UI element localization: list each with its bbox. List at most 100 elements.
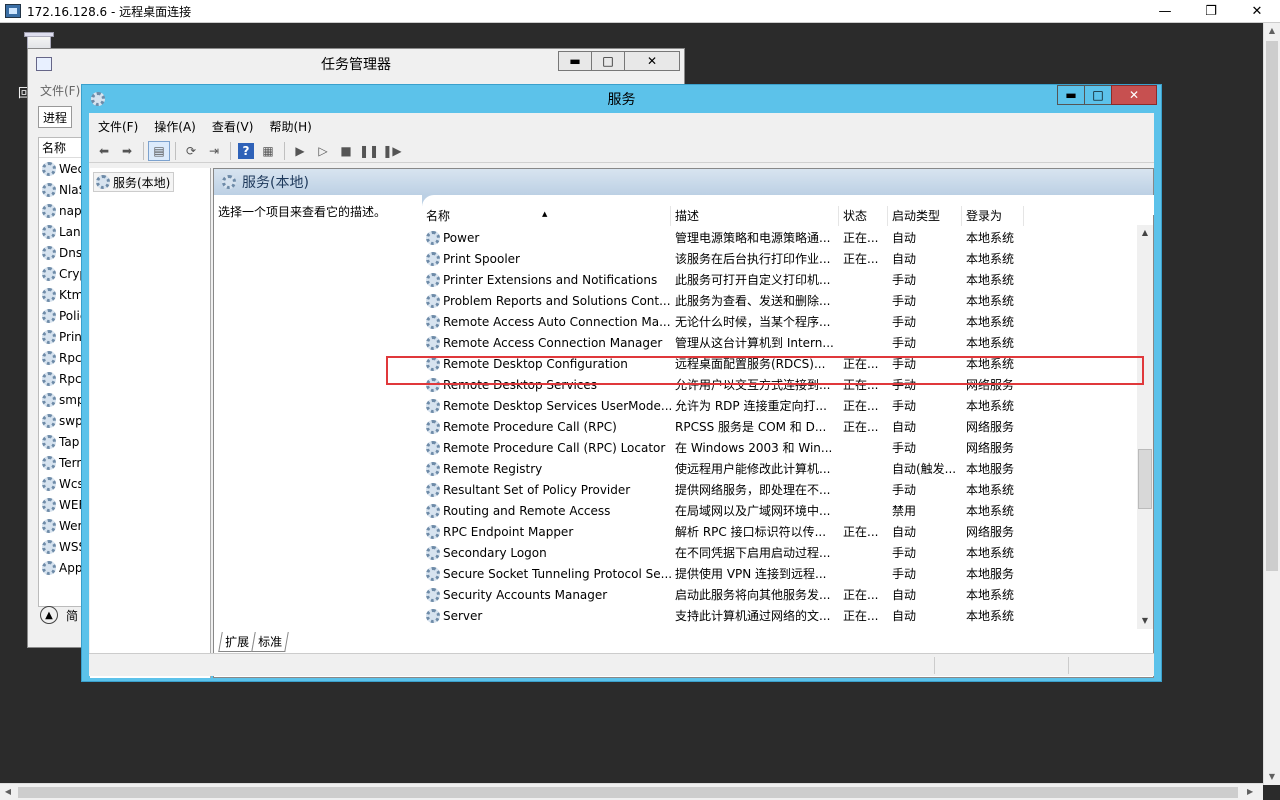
rdp-vertical-scrollbar[interactable]: ▲ ▼ [1263, 23, 1280, 785]
service-name: Remote Registry [443, 461, 543, 476]
service-row[interactable]: Remote Procedure Call (RPC) Locator 在 Win… [422, 437, 1137, 458]
tab-standard[interactable]: 标准 [251, 632, 289, 652]
restart-service-icon[interactable]: ❚▶ [381, 141, 403, 161]
back-arrow-icon[interactable]: ⬅ [93, 141, 115, 161]
service-row[interactable]: Printer Extensions and Notifications 此服务可… [422, 269, 1137, 290]
menu-view[interactable]: 查看(V) [212, 118, 254, 135]
service-row[interactable]: Resultant Set of Policy Provider 提供网络服务，即… [422, 479, 1137, 500]
services-list-header: 名称 ▲ 描述 状态 启动类型 登录为 [422, 206, 1024, 226]
col-header-name[interactable]: 名称 ▲ [422, 206, 671, 226]
stop-service-icon[interactable]: ■ [335, 141, 357, 161]
tm-process-row[interactable]: Tap [39, 431, 87, 452]
rdp-minimize-button[interactable]: — [1142, 0, 1188, 23]
service-name-cell: Remote Access Auto Connection Ma... [422, 314, 671, 329]
tm-process-row[interactable]: Print [39, 326, 87, 347]
service-row[interactable]: Routing and Remote Access 在局域网以及广域网环境中...… [422, 500, 1137, 521]
menu-help[interactable]: 帮助(H) [269, 118, 311, 135]
tm-process-row[interactable]: NlaS [39, 179, 87, 200]
service-row[interactable]: Remote Access Connection Manager 管理从这台计算机… [422, 332, 1137, 353]
service-row[interactable]: Problem Reports and Solutions Cont... 此服务… [422, 290, 1137, 311]
tm-process-row[interactable]: App [39, 557, 87, 578]
col-header-startup-type[interactable]: 启动类型 [888, 206, 962, 226]
tm-menu-file[interactable]: 文件(F) [40, 82, 80, 99]
service-startup-type: 自动 [892, 420, 917, 434]
scroll-left-arrow-icon[interactable]: ◀ [0, 784, 16, 800]
service-name: RPC Endpoint Mapper [443, 524, 574, 539]
tm-process-row[interactable]: WSS [39, 536, 87, 557]
svc-close-button[interactable]: ✕ [1111, 85, 1157, 105]
tm-col-name[interactable]: 名称 [39, 138, 87, 158]
tm-process-row[interactable]: Ktm [39, 284, 87, 305]
scroll-right-arrow-icon[interactable]: ▶ [1247, 784, 1263, 800]
scroll-down-arrow-icon[interactable]: ▼ [1264, 769, 1280, 785]
service-name: Secondary Logon [443, 545, 547, 560]
scroll-up-arrow-icon[interactable]: ▲ [1137, 225, 1153, 241]
services-list-scrollbar[interactable]: ▲ ▼ [1137, 225, 1153, 629]
tree-item-services-local[interactable]: 服务(本地) [93, 172, 175, 192]
show-console-tree-icon[interactable]: ▤ [148, 140, 170, 161]
tm-process-row[interactable]: WEF [39, 494, 87, 515]
scrollbar-thumb[interactable] [1266, 41, 1278, 571]
pane-header: 服务(本地) [214, 169, 1153, 195]
col-header-description[interactable]: 描述 [671, 206, 839, 226]
scrollbar-thumb[interactable] [1138, 449, 1152, 509]
service-row[interactable]: Remote Registry 使远程用户能修改此计算机... 自动(触发... 本地… [422, 458, 1137, 479]
tm-maximize-button[interactable]: □ [591, 51, 625, 71]
service-row[interactable]: Server 支持此计算机通过网络的文... 正在... 自动 本地系统 [422, 605, 1137, 626]
service-row[interactable]: Remote Procedure Call (RPC) RPCSS 服务是 COM… [422, 416, 1137, 437]
service-row[interactable]: Remote Access Auto Connection Ma... 无论什么时… [422, 311, 1137, 332]
start-service-alt-icon[interactable]: ▷ [312, 141, 334, 161]
tab-extended[interactable]: 扩展 [218, 632, 256, 652]
rdp-close-button[interactable]: ✕ [1234, 0, 1280, 23]
tm-process-row[interactable]: Lanm [39, 221, 87, 242]
tm-process-row[interactable]: Wer [39, 515, 87, 536]
service-startup-type: 自动 [892, 231, 917, 245]
service-gear-icon [42, 497, 56, 512]
tm-process-row[interactable]: swp [39, 410, 87, 431]
svc-maximize-button[interactable]: □ [1084, 85, 1112, 105]
service-row[interactable]: Secure Socket Tunneling Protocol Se... 提供… [422, 563, 1137, 584]
service-row[interactable]: Remote Desktop Services UserMode... 允许为 R… [422, 395, 1137, 416]
menu-file[interactable]: 文件(F) [98, 118, 138, 135]
start-service-icon[interactable]: ▶ [289, 141, 311, 161]
export-list-icon[interactable]: ⇥ [203, 141, 225, 161]
service-row[interactable]: Security Accounts Manager 启动此服务将向其他服务发...… [422, 584, 1137, 605]
menu-action[interactable]: 操作(A) [154, 118, 196, 135]
tm-process-row[interactable]: smp [39, 389, 87, 410]
rdp-horizontal-scrollbar[interactable]: ◀ ▶ [0, 783, 1263, 800]
tm-process-row[interactable]: Rpc [39, 347, 87, 368]
forward-arrow-icon[interactable]: ➡ [116, 141, 138, 161]
tm-fewer-details[interactable]: 简 [66, 607, 78, 624]
service-log-on-as: 本地系统 [966, 336, 1015, 350]
service-gear-icon [42, 308, 56, 323]
svc-minimize-button[interactable]: ▬ [1057, 85, 1085, 105]
tm-process-row[interactable]: Wcs [39, 473, 87, 494]
tm-close-button[interactable]: ✕ [624, 51, 680, 71]
tm-tab-processes[interactable]: 进程 [38, 106, 72, 128]
tm-process-row[interactable]: Wec [39, 158, 87, 179]
scroll-down-arrow-icon[interactable]: ▼ [1137, 613, 1153, 629]
col-header-status[interactable]: 状态 [839, 206, 888, 226]
tm-process-row[interactable]: Cryp [39, 263, 87, 284]
help-icon[interactable]: ? [238, 142, 254, 159]
service-row[interactable]: Secondary Logon 在不同凭据下启用启动过程... 手动 本地系统 [422, 542, 1137, 563]
pause-service-icon[interactable]: ❚❚ [358, 141, 380, 161]
scrollbar-thumb[interactable] [18, 787, 1238, 798]
collapse-icon[interactable]: ▲ [40, 606, 58, 624]
tm-process-row[interactable]: Polic [39, 305, 87, 326]
service-row[interactable]: Print Spooler 该服务在后台执行打印作业... 正在... 自动 本地系统 [422, 248, 1137, 269]
tm-process-row[interactable]: Rpc [39, 368, 87, 389]
tm-process-row[interactable]: Dns [39, 242, 87, 263]
tm-minimize-button[interactable]: ▬ [558, 51, 592, 71]
tm-process-row[interactable]: nap [39, 200, 87, 221]
scroll-up-arrow-icon[interactable]: ▲ [1264, 23, 1280, 39]
service-row[interactable]: Power 管理电源策略和电源策略通... 正在... 自动 本地系统 [422, 227, 1137, 248]
rdp-restore-button[interactable]: ❐ [1188, 0, 1234, 23]
tm-process-row[interactable]: Tern [39, 452, 87, 473]
properties-icon[interactable]: ▦ [257, 141, 279, 161]
service-name: Remote Procedure Call (RPC) [443, 419, 617, 434]
col-header-log-on-as[interactable]: 登录为 [962, 206, 1024, 226]
service-row[interactable]: RPC Endpoint Mapper 解析 RPC 接口标识符以传... 正在..… [422, 521, 1137, 542]
refresh-icon[interactable]: ⟳ [180, 141, 202, 161]
service-row[interactable]: Shell Hardware Detection为自动播放硬件事件提供通...正… [422, 626, 1137, 629]
